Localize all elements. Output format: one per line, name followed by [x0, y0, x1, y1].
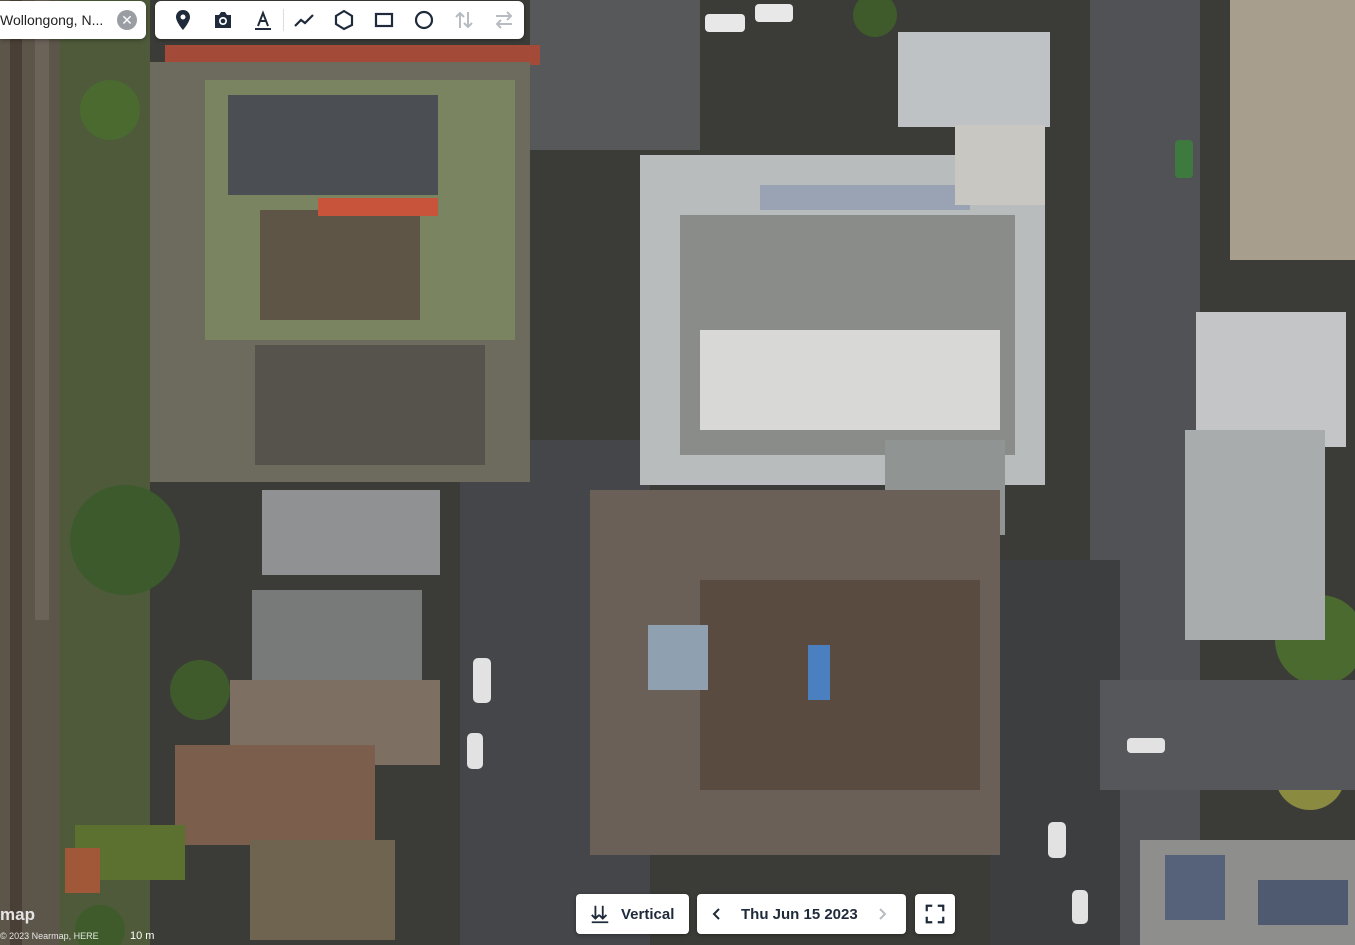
location-search[interactable]: Wollongong, N... ✕ [0, 1, 146, 39]
capture-date[interactable]: Thu Jun 15 2023 [741, 906, 858, 923]
view-mode-button[interactable]: Vertical [576, 894, 689, 934]
line-icon[interactable] [292, 8, 316, 32]
rectangle-icon[interactable] [372, 8, 396, 32]
drawing-toolbar [155, 1, 524, 39]
copyright-text: © 2023 Nearmap, HERE [0, 931, 99, 941]
fullscreen-icon [924, 903, 946, 925]
clear-search-button[interactable]: ✕ [117, 10, 137, 30]
view-mode-label: Vertical [621, 905, 675, 923]
camera-icon[interactable] [211, 8, 235, 32]
chevron-right-icon[interactable] [874, 906, 890, 922]
chevron-left-icon[interactable] [709, 906, 725, 922]
search-input[interactable]: Wollongong, N... [0, 12, 108, 28]
aerial-map[interactable] [0, 0, 1355, 945]
circle-icon[interactable] [412, 8, 436, 32]
toolbar-divider [283, 9, 284, 31]
date-selector[interactable]: Thu Jun 15 2023 [697, 894, 906, 934]
brand-logo: map [0, 905, 35, 924]
close-icon: ✕ [121, 12, 133, 28]
scale-bar: 10 m [130, 930, 154, 942]
horizontal-arrows-icon[interactable] [492, 8, 516, 32]
text-icon[interactable] [251, 8, 275, 32]
pin-icon[interactable] [171, 8, 195, 32]
polygon-icon[interactable] [332, 8, 356, 32]
scale-label: 10 m [130, 930, 155, 942]
vertical-arrows-icon[interactable] [452, 8, 476, 32]
vertical-view-icon [589, 903, 611, 925]
map-attribution: map © 2023 Nearmap, HERE [0, 905, 99, 941]
fullscreen-button[interactable] [915, 894, 955, 934]
